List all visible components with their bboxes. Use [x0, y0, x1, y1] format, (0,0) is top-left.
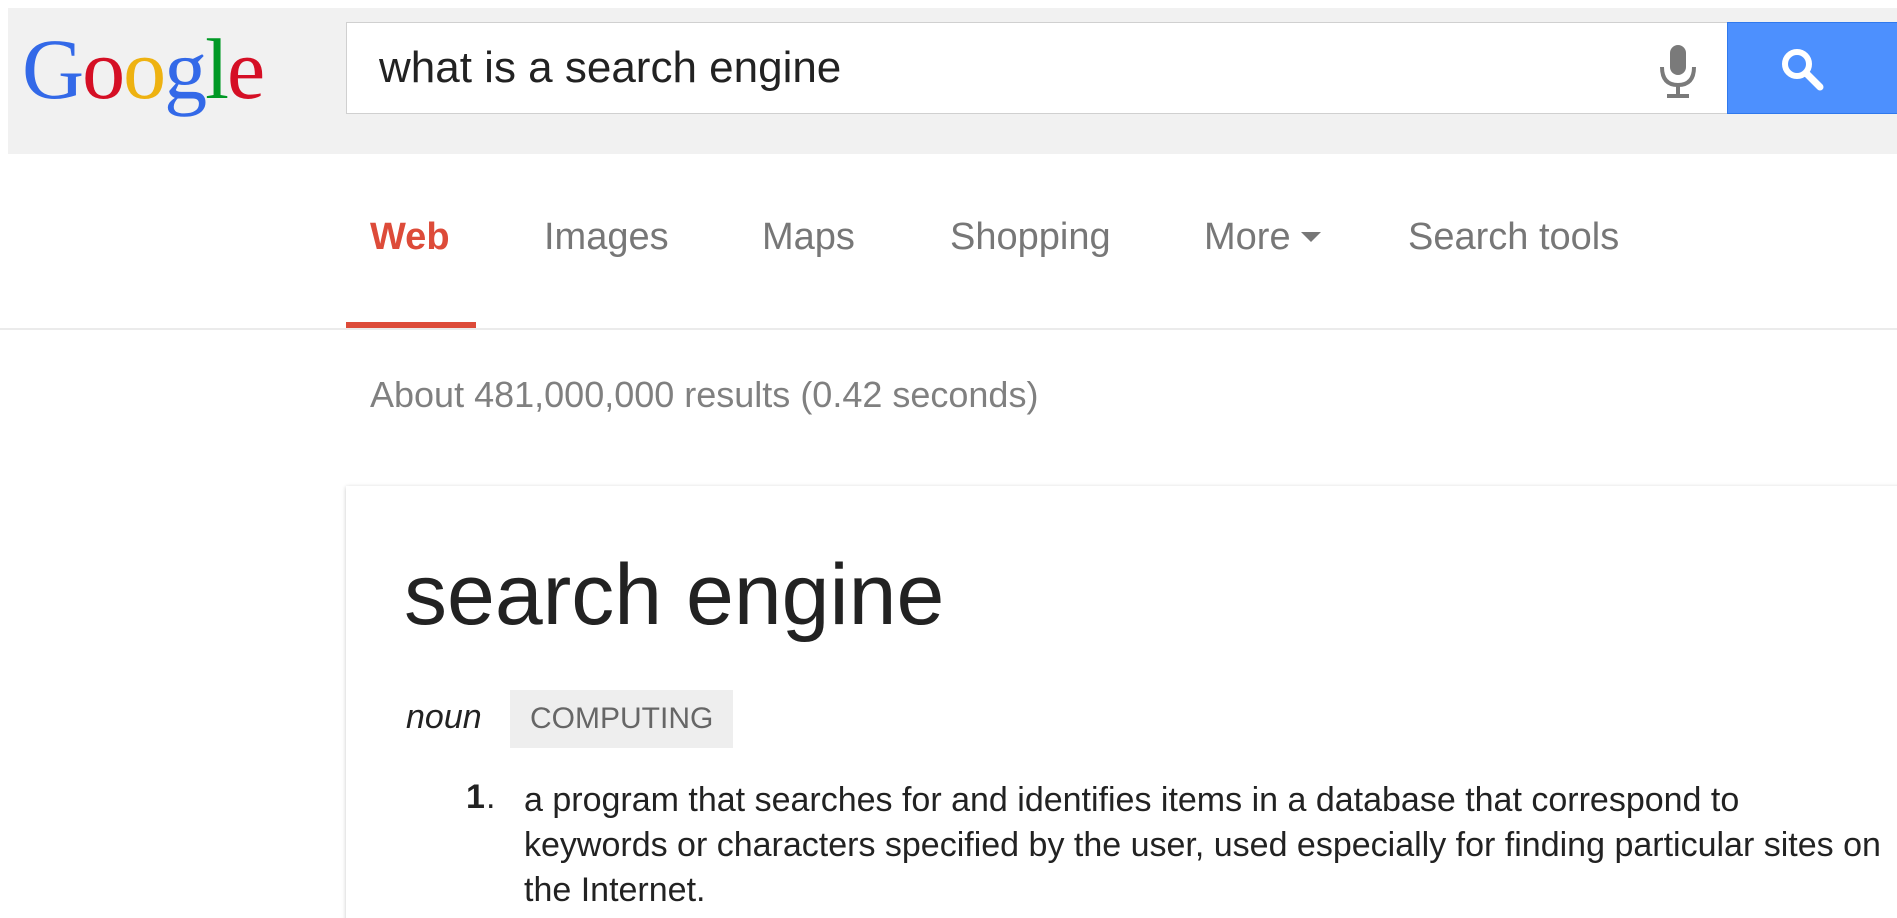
search-input[interactable] — [379, 23, 1599, 113]
google-logo[interactable]: Google — [22, 14, 265, 124]
microphone-icon[interactable] — [1653, 43, 1703, 101]
logo-letter-l: l — [205, 21, 229, 117]
part-of-speech: noun — [406, 698, 482, 736]
tab-more-label: More — [1204, 216, 1291, 258]
active-tab-indicator — [346, 322, 476, 328]
tab-web[interactable]: Web — [370, 216, 450, 259]
logo-letter-g2: g — [164, 21, 207, 117]
tab-search-tools[interactable]: Search tools — [1408, 216, 1619, 259]
search-tabs: Web Images Maps Shopping More Search too… — [0, 154, 1897, 330]
tab-images[interactable]: Images — [544, 216, 669, 259]
magnifier-icon — [1782, 49, 1824, 91]
logo-letter-e: e — [227, 21, 265, 117]
search-header: Google — [8, 8, 1897, 154]
sense-definition-text: a program that searches for and identifi… — [524, 781, 1881, 909]
logo-letter-o2: o — [123, 21, 166, 117]
search-results-page: Google Web Images Maps Shopping — [0, 0, 1897, 918]
result-stats: About 481,000,000 results (0.42 seconds) — [370, 374, 1039, 415]
domain-badge: COMPUTING — [510, 690, 734, 748]
tab-shopping[interactable]: Shopping — [950, 216, 1111, 259]
search-box — [346, 22, 1728, 114]
sense-number: 1 — [466, 778, 485, 816]
search-button[interactable] — [1727, 22, 1897, 114]
logo-letter-g: G — [22, 21, 84, 117]
logo-letter-o1: o — [82, 21, 125, 117]
caret-down-icon — [1300, 231, 1321, 242]
sense-number-dot: . — [486, 778, 496, 816]
tab-maps[interactable]: Maps — [762, 216, 855, 259]
definition-card: search engine noun COMPUTING 1 . a progr… — [346, 486, 1897, 918]
tab-more[interactable]: More — [1204, 216, 1321, 259]
definition-term: search engine — [404, 547, 945, 643]
